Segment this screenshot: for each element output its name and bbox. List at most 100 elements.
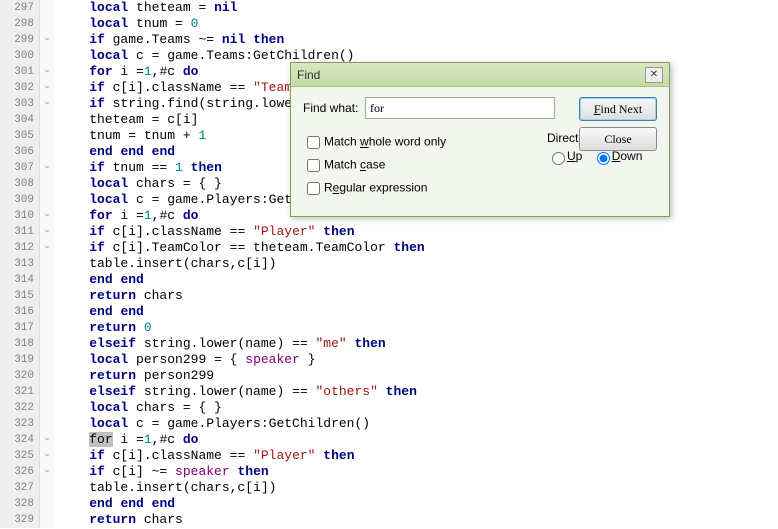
code-line[interactable]: 297 local theteam = nil (0, 0, 778, 16)
code-text[interactable]: tnum = tnum + 1 (54, 128, 206, 144)
line-number: 305 (0, 128, 40, 144)
code-line[interactable]: 320 return person299 (0, 368, 778, 384)
code-text[interactable]: end end end (54, 496, 175, 512)
code-line[interactable]: 313 table.insert(chars,c[i]) (0, 256, 778, 272)
code-text[interactable]: local tnum = 0 (54, 16, 198, 32)
line-number: 315 (0, 288, 40, 304)
code-text[interactable]: local chars = { } (54, 400, 222, 416)
code-line[interactable]: 328 end end end (0, 496, 778, 512)
code-text[interactable]: table.insert(chars,c[i]) (54, 480, 276, 496)
fold-marker (40, 416, 54, 432)
fold-marker[interactable]: - (40, 464, 54, 480)
regex-checkbox[interactable]: Regular expression (303, 179, 547, 198)
line-number: 327 (0, 480, 40, 496)
fold-marker (40, 0, 54, 16)
code-text[interactable]: local theteam = nil (54, 0, 237, 16)
find-titlebar[interactable]: Find ✕ (291, 63, 669, 87)
line-number: 328 (0, 496, 40, 512)
fold-marker[interactable]: - (40, 160, 54, 176)
fold-marker (40, 48, 54, 64)
code-line[interactable]: 319 local person299 = { speaker } (0, 352, 778, 368)
code-text[interactable]: for i =1,#c do (54, 208, 198, 224)
fold-marker[interactable]: - (40, 224, 54, 240)
fold-marker (40, 480, 54, 496)
find-body: Find Next Close Find what: Match whole w… (291, 87, 669, 216)
fold-marker (40, 16, 54, 32)
code-line[interactable]: 311- if c[i].className == "Player" then (0, 224, 778, 240)
code-text[interactable]: for i =1,#c do (54, 64, 198, 80)
code-line[interactable]: 327 table.insert(chars,c[i]) (0, 480, 778, 496)
code-text[interactable]: return person299 (54, 368, 214, 384)
code-text[interactable]: for i =1,#c do (54, 432, 198, 448)
fold-marker (40, 512, 54, 528)
code-text[interactable]: if c[i].className == "Player" then (54, 224, 355, 240)
code-line[interactable]: 323 local c = game.Players:GetChildren() (0, 416, 778, 432)
line-number: 297 (0, 0, 40, 16)
code-text[interactable]: if game.Teams ~= nil then (54, 32, 284, 48)
line-number: 304 (0, 112, 40, 128)
match-case-checkbox[interactable]: Match case (303, 156, 547, 175)
direction-down-radio[interactable]: Down (592, 149, 643, 163)
code-text[interactable]: theteam = c[i] (54, 112, 198, 128)
code-text[interactable]: return chars (54, 288, 183, 304)
code-line[interactable]: 317 return 0 (0, 320, 778, 336)
fold-marker (40, 272, 54, 288)
code-text[interactable]: local person299 = { speaker } (54, 352, 315, 368)
code-text[interactable]: if tnum == 1 then (54, 160, 222, 176)
code-text[interactable]: local chars = { } (54, 176, 222, 192)
line-number: 307 (0, 160, 40, 176)
fold-marker (40, 288, 54, 304)
close-button[interactable]: Close (579, 127, 657, 151)
direction-up-radio[interactable]: Up (547, 149, 582, 163)
code-line[interactable]: 322 local chars = { } (0, 400, 778, 416)
line-number: 300 (0, 48, 40, 64)
find-title-text: Find (297, 68, 320, 82)
code-text[interactable]: if c[i] ~= speaker then (54, 464, 269, 480)
code-text[interactable]: return chars (54, 512, 183, 528)
line-number: 324 (0, 432, 40, 448)
line-number: 323 (0, 416, 40, 432)
code-text[interactable]: if c[i].className == "Player" then (54, 448, 355, 464)
code-line[interactable]: 318 elseif string.lower(name) == "me" th… (0, 336, 778, 352)
fold-marker[interactable]: - (40, 208, 54, 224)
code-line[interactable]: 314 end end (0, 272, 778, 288)
code-line[interactable]: 315 return chars (0, 288, 778, 304)
code-line[interactable]: 312- if c[i].TeamColor == theteam.TeamCo… (0, 240, 778, 256)
code-text[interactable]: if c[i].TeamColor == theteam.TeamColor t… (54, 240, 425, 256)
fold-marker[interactable]: - (40, 240, 54, 256)
find-next-button[interactable]: Find Next (579, 97, 657, 121)
code-line[interactable]: 326- if c[i] ~= speaker then (0, 464, 778, 480)
fold-marker[interactable]: - (40, 80, 54, 96)
close-icon[interactable]: ✕ (645, 67, 663, 83)
fold-marker[interactable]: - (40, 432, 54, 448)
code-text[interactable]: table.insert(chars,c[i]) (54, 256, 276, 272)
code-text[interactable]: end end (54, 304, 144, 320)
code-text[interactable]: end end end (54, 144, 175, 160)
fold-marker (40, 176, 54, 192)
match-whole-word-checkbox[interactable]: Match whole word only (303, 133, 547, 152)
code-text[interactable]: return 0 (54, 320, 152, 336)
fold-marker[interactable]: - (40, 64, 54, 80)
code-text[interactable]: elseif string.lower(name) == "others" th… (54, 384, 417, 400)
fold-marker[interactable]: - (40, 448, 54, 464)
code-text[interactable]: elseif string.lower(name) == "me" then (54, 336, 386, 352)
fold-marker (40, 368, 54, 384)
code-text[interactable]: local c = game.Players:GetChildren() (54, 416, 370, 432)
fold-marker[interactable]: - (40, 96, 54, 112)
line-number: 298 (0, 16, 40, 32)
code-text[interactable]: end end (54, 272, 144, 288)
line-number: 319 (0, 352, 40, 368)
code-line[interactable]: 298 local tnum = 0 (0, 16, 778, 32)
line-number: 318 (0, 336, 40, 352)
code-line[interactable]: 324- for i =1,#c do (0, 432, 778, 448)
fold-marker[interactable]: - (40, 32, 54, 48)
code-line[interactable]: 321 elseif string.lower(name) == "others… (0, 384, 778, 400)
code-line[interactable]: 316 end end (0, 304, 778, 320)
code-line[interactable]: 325- if c[i].className == "Player" then (0, 448, 778, 464)
fold-marker (40, 352, 54, 368)
code-line[interactable]: 299- if game.Teams ~= nil then (0, 32, 778, 48)
code-line[interactable]: 329 return chars (0, 512, 778, 528)
line-number: 309 (0, 192, 40, 208)
find-what-input[interactable] (365, 97, 555, 119)
line-number: 314 (0, 272, 40, 288)
